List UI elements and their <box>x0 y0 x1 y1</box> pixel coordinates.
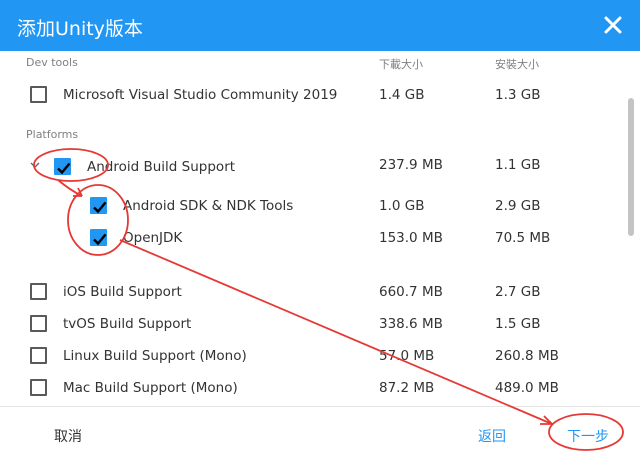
module-download-size: 57.0 MB <box>379 348 435 364</box>
checkbox-visual-studio[interactable] <box>30 86 47 103</box>
section-platforms: Platforms <box>26 128 79 141</box>
checkbox-android-build-support[interactable] <box>54 158 71 175</box>
checkbox-tvos[interactable] <box>30 315 47 332</box>
checkbox-mac[interactable] <box>30 379 47 396</box>
cancel-button[interactable]: 取消 <box>54 426 82 446</box>
checkbox-ios[interactable] <box>30 283 47 300</box>
dialog-titlebar: 添加Unity版本 <box>0 0 640 51</box>
next-button[interactable]: 下一步 <box>567 426 609 446</box>
column-install-size: 安裝大小 <box>495 58 539 71</box>
close-icon[interactable] <box>600 12 626 38</box>
module-label-android-build-support: Android Build Support <box>87 159 236 175</box>
module-install-size: 2.7 GB <box>495 284 541 300</box>
module-label-openjdk: OpenJDK <box>123 230 183 246</box>
section-dev-tools: Dev tools <box>26 56 78 69</box>
check-icon <box>93 201 107 214</box>
chevron-down-icon[interactable] <box>30 160 40 170</box>
module-download-size: 1.4 GB <box>379 87 425 103</box>
module-install-size: 489.0 MB <box>495 380 559 396</box>
module-download-size: 153.0 MB <box>379 230 443 246</box>
checkbox-android-sdk-ndk[interactable] <box>90 197 107 214</box>
module-install-size: 2.9 GB <box>495 198 541 214</box>
module-label-android-sdk-ndk: Android SDK & NDK Tools <box>123 198 294 214</box>
module-install-size: 70.5 MB <box>495 230 551 246</box>
check-icon <box>57 162 71 175</box>
column-download-size: 下載大小 <box>379 58 423 71</box>
module-download-size: 237.9 MB <box>379 157 443 173</box>
checkbox-linux[interactable] <box>30 347 47 364</box>
module-download-size: 87.2 MB <box>379 380 435 396</box>
checkbox-openjdk[interactable] <box>90 229 107 246</box>
dialog-title: 添加Unity版本 <box>17 18 143 40</box>
module-download-size: 338.6 MB <box>379 316 443 332</box>
module-download-size: 1.0 GB <box>379 198 425 214</box>
check-icon <box>93 233 107 246</box>
module-install-size: 260.8 MB <box>495 348 559 364</box>
module-download-size: 660.7 MB <box>379 284 443 300</box>
module-label-linux: Linux Build Support (Mono) <box>63 348 247 364</box>
module-label-tvos: tvOS Build Support <box>63 316 192 332</box>
module-label-ios: iOS Build Support <box>63 284 182 300</box>
module-label-mac: Mac Build Support (Mono) <box>63 380 238 396</box>
module-install-size: 1.1 GB <box>495 157 541 173</box>
module-list[interactable]: Dev tools 下載大小 安裝大小 Microsoft Visual Stu… <box>0 51 640 406</box>
dialog-footer: 取消 返回 下一步 <box>0 406 640 462</box>
module-label-visual-studio: Microsoft Visual Studio Community 2019 <box>63 87 338 103</box>
back-button[interactable]: 返回 <box>478 426 506 446</box>
module-install-size: 1.5 GB <box>495 316 541 332</box>
scrollbar-thumb[interactable] <box>628 98 634 236</box>
module-install-size: 1.3 GB <box>495 87 541 103</box>
